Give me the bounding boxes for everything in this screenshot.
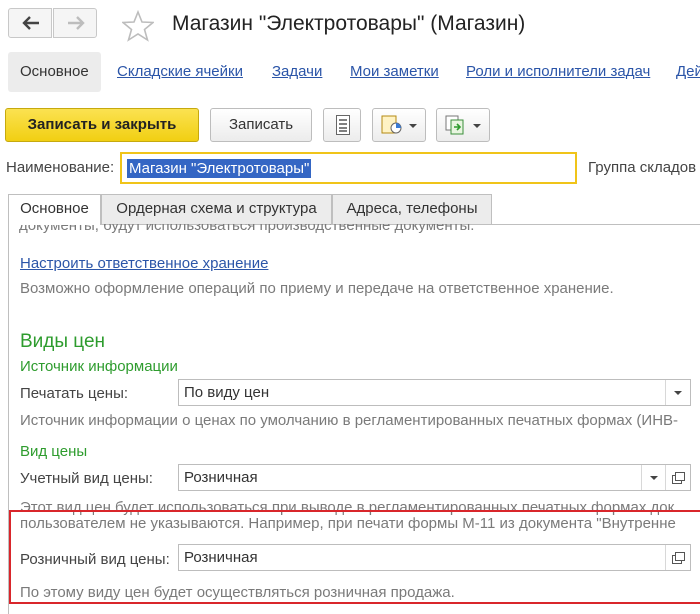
name-label: Наименование: — [6, 159, 115, 176]
create-based-on-dropdown-button[interactable] — [436, 108, 490, 142]
nav-item-roles[interactable]: Роли и исполнители задач — [466, 52, 650, 92]
dropdown-button[interactable] — [665, 380, 690, 405]
account-price-value: Розничная — [184, 469, 258, 486]
chevron-down-icon — [409, 124, 417, 128]
retail-price-value: Розничная — [184, 549, 258, 566]
name-input-value: Магазин "Электротовары" — [127, 159, 312, 178]
nav-item-storage-cells[interactable]: Складские ячейки — [117, 52, 243, 92]
print-prices-select[interactable]: По виду цен — [178, 379, 691, 406]
nav-item-main[interactable]: Основное — [8, 52, 101, 92]
name-input[interactable]: Магазин "Электротовары" — [120, 152, 577, 184]
save-and-close-button[interactable]: Записать и закрыть — [5, 108, 199, 142]
retail-price-field[interactable]: Розничная — [178, 544, 691, 571]
nav-item-more[interactable]: Дей — [676, 52, 700, 92]
custody-hint: Возможно оформление операций по приему и… — [20, 280, 614, 297]
list-icon — [336, 115, 350, 135]
account-price-label: Учетный вид цены: — [20, 470, 153, 487]
account-price-select[interactable]: Розничная — [178, 464, 691, 491]
nav-item-my-notes[interactable]: Мои заметки — [350, 52, 439, 92]
print-prices-hint: Источник информации о ценах по умолчанию… — [20, 412, 679, 429]
tab-order-scheme[interactable]: Ордерная схема и структура — [101, 194, 332, 224]
price-type-heading: Вид цены — [20, 443, 88, 460]
retail-price-hint: По этому виду цен будет осуществляться р… — [20, 584, 455, 601]
top-nav: Основное Складские ячейки Задачи Мои зам… — [8, 52, 700, 92]
chevron-down-icon — [674, 391, 682, 395]
reports-dropdown-button[interactable] — [372, 108, 426, 142]
star-icon[interactable] — [122, 10, 154, 42]
chevron-down-icon — [473, 124, 481, 128]
info-source-heading: Источник информации — [20, 358, 178, 375]
tab-main[interactable]: Основное — [8, 194, 101, 225]
print-prices-value: По виду цен — [184, 384, 270, 401]
nav-item-tasks[interactable]: Задачи — [272, 52, 322, 92]
document-list-button[interactable] — [323, 108, 361, 142]
back-button[interactable] — [8, 8, 52, 38]
open-icon[interactable] — [665, 465, 690, 490]
arrow-left-icon — [22, 16, 39, 30]
report-icon — [381, 115, 402, 134]
retail-price-label: Розничный вид цены: — [20, 551, 170, 568]
price-types-heading: Виды цен — [20, 331, 106, 352]
save-button[interactable]: Записать — [210, 108, 312, 142]
custody-settings-link[interactable]: Настроить ответственное хранение — [20, 255, 268, 272]
cut-off-text: документы, будут использоваться производ… — [19, 224, 475, 234]
group-label: Группа складов — [588, 159, 697, 176]
open-icon[interactable] — [665, 545, 690, 570]
arrow-right-icon — [68, 16, 85, 30]
create-based-on-icon — [445, 115, 464, 135]
forward-button[interactable] — [53, 8, 97, 38]
chevron-down-icon — [650, 476, 658, 480]
page-title: Магазин "Электротовары" (Магазин) — [172, 12, 526, 35]
tab-addresses[interactable]: Адреса, телефоны — [332, 194, 492, 224]
dropdown-button[interactable] — [641, 465, 666, 490]
print-prices-label: Печатать цены: — [20, 385, 129, 402]
